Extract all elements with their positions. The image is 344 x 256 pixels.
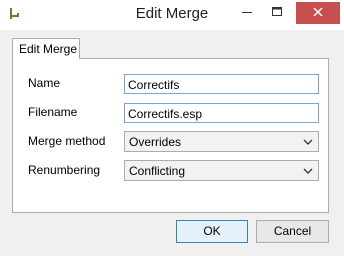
close-button[interactable] [296,2,340,24]
merge-method-select[interactable]: Overrides [124,131,319,152]
tab-label: Edit Merge [19,42,78,56]
chevron-down-icon [303,136,313,146]
merge-method-label: Merge method [28,134,106,148]
ok-button[interactable]: OK [176,220,248,243]
filename-label: Filename [28,105,78,119]
renumbering-value: Conflicting [129,164,186,178]
window-title: Edit Merge [135,5,209,22]
tab-edit-merge[interactable]: Edit Merge [12,38,80,59]
name-value: Correctifs [128,78,180,92]
renumbering-label: Renumbering [28,163,101,177]
title-bar: Edit Merge [0,0,344,30]
filename-value: Correctifs.esp [128,107,203,121]
filename-field[interactable]: Correctifs.esp [124,103,319,123]
maximize-button[interactable] [263,2,291,24]
chevron-down-icon [303,165,313,175]
edit-merge-window: Edit Merge Edit Merge Name Correctifs Fi… [0,0,344,256]
minimize-icon [241,6,253,21]
renumbering-select[interactable]: Conflicting [124,160,319,181]
cancel-button[interactable]: Cancel [256,220,329,243]
minimize-button[interactable] [233,2,261,24]
close-icon [312,6,324,21]
merge-method-value: Overrides [129,135,182,149]
maximize-icon [271,6,283,21]
name-label: Name [28,76,61,90]
name-field[interactable]: Correctifs [124,74,319,94]
